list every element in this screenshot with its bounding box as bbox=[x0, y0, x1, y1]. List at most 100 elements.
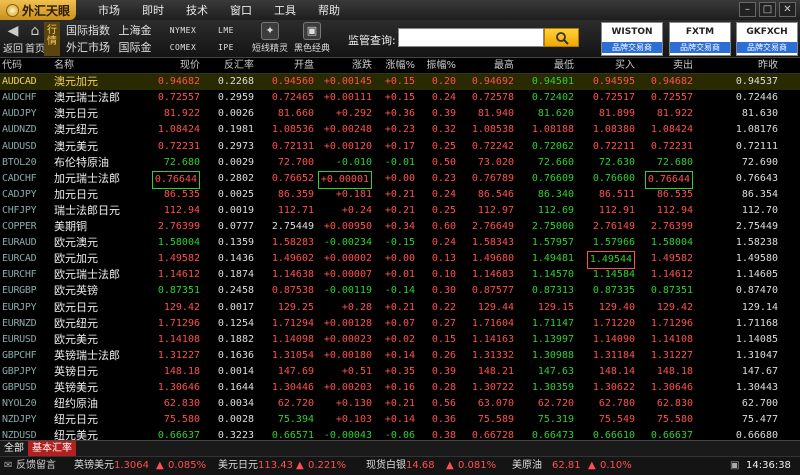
cell-change-pct: +0.34 bbox=[384, 221, 415, 232]
table-row[interactable]: GBPCHF 英镑瑞士法郎 1.31227 0.1636 1.31054 +0.00180… bbox=[0, 348, 800, 364]
menu-help[interactable]: 帮助 bbox=[318, 2, 340, 18]
col-amplitude[interactable]: 振幅% bbox=[426, 58, 456, 74]
table-row[interactable]: EURCHF 欧元瑞士法郎 1.14612 0.1874 1.14638 +0.00007… bbox=[0, 267, 800, 283]
cell-bid: 0.72211 bbox=[592, 140, 635, 152]
cell-ask: 1.49582 bbox=[650, 253, 693, 265]
app-title: 外汇天眼 bbox=[22, 3, 71, 18]
cell-change: +0.00023 bbox=[323, 333, 372, 345]
col-high[interactable]: 最高 bbox=[494, 58, 514, 74]
cell-inverse: 0.1636 bbox=[217, 349, 254, 361]
menu-market[interactable]: 市场 bbox=[98, 2, 120, 18]
quote-tab[interactable]: 行情 bbox=[44, 22, 60, 56]
cell-inverse: 0.1254 bbox=[217, 317, 254, 329]
table-row[interactable]: AUDNZD 澳元纽元 1.08424 0.1981 1.08536 +0.00248 +0… bbox=[0, 122, 800, 138]
cell-ask: 1.71296 bbox=[650, 317, 693, 329]
market-shanghai-gold[interactable]: 上海金 bbox=[114, 23, 156, 39]
table-row[interactable]: EURGBP 欧元英镑 0.87351 0.2458 0.87538 -0.00119 -0… bbox=[0, 283, 800, 299]
market-intl-index[interactable]: 国际指数 bbox=[64, 23, 112, 39]
cell-change: +0.00145 bbox=[323, 76, 372, 88]
cell-inverse: 0.2973 bbox=[217, 140, 254, 152]
table-row[interactable]: COPPER 美期铜 2.76399 0.0777 2.75449 +0.00950 +0.… bbox=[0, 219, 800, 235]
cell-amplitude: 0.39 bbox=[431, 365, 456, 377]
cell-name: 纽元日元 bbox=[54, 413, 98, 427]
table-row[interactable]: EURJPY 欧元日元 129.42 0.0017 129.25 +0.28 +0.21 0.… bbox=[0, 300, 800, 316]
maximize-icon[interactable]: □ bbox=[759, 2, 776, 17]
cell-price: 112.94 bbox=[163, 204, 200, 216]
cell-change-pct: +0.14 bbox=[384, 414, 415, 426]
table-row[interactable]: AUDUSD 澳元美元 0.72231 0.2973 0.72131 +0.00120 +0… bbox=[0, 139, 800, 155]
col-ask[interactable]: 卖出 bbox=[673, 58, 693, 74]
table-row[interactable]: CADCHF 加元瑞士法郎 0.76644 0.2802 0.76652 +0.00001… bbox=[0, 170, 800, 189]
menu-realtime[interactable]: 即时 bbox=[142, 2, 164, 18]
table-row[interactable]: AUDCAD 澳元加元 0.94682 0.2268 0.94560 +0.00145 +0… bbox=[0, 74, 800, 91]
col-open[interactable]: 开盘 bbox=[294, 58, 314, 74]
cell-price: 1.58004 bbox=[157, 237, 200, 249]
tab-all[interactable]: 全部 bbox=[0, 441, 28, 457]
col-name[interactable]: 名称 bbox=[54, 58, 74, 74]
home-button[interactable]: ⌂ 首页 bbox=[24, 22, 46, 56]
market-forex[interactable]: 外汇市场 bbox=[64, 40, 112, 56]
cell-inverse: 0.1981 bbox=[217, 124, 254, 136]
table-row[interactable]: AUDJPY 澳元日元 81.922 0.0026 81.660 +0.292 +0.36 0… bbox=[0, 106, 800, 122]
col-change[interactable]: 涨跌 bbox=[352, 58, 372, 74]
feedback-link[interactable]: 反馈留言 bbox=[16, 457, 56, 475]
cell-ask: 148.18 bbox=[656, 365, 693, 377]
menu-technical[interactable]: 技术 bbox=[186, 2, 208, 18]
cell-price: 1.71296 bbox=[157, 317, 200, 329]
short-genie-button[interactable]: ✦ 短线精灵 bbox=[250, 22, 290, 56]
minimize-icon[interactable]: – bbox=[739, 2, 756, 17]
market-comex[interactable]: COMEX bbox=[162, 40, 204, 56]
table-row[interactable]: NYOL20 纽约原油 62.830 0.0034 62.720 +0.130 +0.21 0… bbox=[0, 396, 800, 412]
market-ipe[interactable]: IPE bbox=[208, 40, 244, 56]
back-button[interactable]: ◀ 返回 bbox=[2, 22, 24, 56]
table-row[interactable]: EURNZD 欧元纽元 1.71296 0.1254 1.71294 +0.00128 +0… bbox=[0, 316, 800, 332]
close-icon[interactable]: ✕ bbox=[779, 2, 796, 17]
market-nymex[interactable]: NYMEX bbox=[162, 23, 204, 39]
table-row[interactable]: BTOL20 布伦特原油 72.680 0.0029 72.700 -0.010 -0.01… bbox=[0, 155, 800, 171]
brand-wiston[interactable]: WISTON 品牌交易商 bbox=[601, 22, 663, 56]
cell-amplitude: 0.25 bbox=[431, 204, 456, 216]
menu-window[interactable]: 窗口 bbox=[230, 2, 252, 18]
table-row[interactable]: EURCAD 欧元加元 1.49582 0.1436 1.49602 +0.00002 +0… bbox=[0, 251, 800, 270]
col-low[interactable]: 最低 bbox=[554, 58, 574, 74]
table-row[interactable]: GBPUSD 英镑美元 1.30646 0.1644 1.30446 +0.00203 +0… bbox=[0, 380, 800, 396]
black-classic-button[interactable]: ▣ 黑色经典 bbox=[292, 22, 332, 56]
brand-gkfxch[interactable]: GKFXCH 品牌交易商 bbox=[736, 22, 798, 56]
bottom-tabs: 全部 基本汇率 bbox=[0, 440, 800, 457]
cell-prev-close: 129.14 bbox=[741, 301, 778, 313]
cell-inverse: 0.1359 bbox=[217, 237, 254, 249]
table-row[interactable]: CHFJPY 瑞士法郎日元 112.94 0.0019 112.71 +0.24 +0.21… bbox=[0, 203, 800, 219]
cell-low: 75.319 bbox=[537, 414, 574, 426]
cell-name: 澳元瑞士法郎 bbox=[54, 91, 120, 105]
table-row[interactable]: AUDCHF 澳元瑞士法郎 0.72557 0.2959 0.72465 +0.00111… bbox=[0, 90, 800, 106]
search-input[interactable] bbox=[398, 28, 544, 47]
cell-change-pct: +0.17 bbox=[384, 140, 415, 152]
col-prev-close[interactable]: 昨收 bbox=[758, 58, 778, 74]
col-bid[interactable]: 买入 bbox=[615, 58, 635, 74]
cell-inverse: 0.0019 bbox=[217, 204, 254, 216]
cell-price: 81.922 bbox=[163, 108, 200, 120]
col-inverse[interactable]: 反汇率 bbox=[224, 58, 254, 74]
col-change-pct[interactable]: 涨幅% bbox=[385, 58, 415, 74]
market-intl-gold[interactable]: 国际金 bbox=[114, 40, 156, 56]
cell-code: CADCHF bbox=[2, 172, 37, 184]
table-row[interactable]: EURAUD 欧元澳元 1.58004 0.1359 1.58283 -0.00234 -0… bbox=[0, 235, 800, 251]
cell-prev-close: 1.14605 bbox=[735, 269, 778, 281]
col-price[interactable]: 现价 bbox=[180, 58, 200, 74]
brand-fxtm[interactable]: FXTM 品牌交易商 bbox=[669, 22, 731, 56]
tab-basic-rates[interactable]: 基本汇率 bbox=[28, 441, 76, 457]
cell-inverse: 0.0034 bbox=[217, 398, 254, 410]
up-arrow-icon: ▲ bbox=[156, 460, 164, 471]
table-row[interactable]: NZDJPY 纽元日元 75.580 0.0028 75.394 +0.103 +0.14 0… bbox=[0, 412, 800, 428]
search-button[interactable] bbox=[544, 28, 579, 47]
cell-high: 75.589 bbox=[477, 414, 514, 426]
table-row[interactable]: GBPJPY 英镑日元 148.18 0.0014 147.69 +0.51 +0.35 0.… bbox=[0, 364, 800, 380]
table-row[interactable]: EURUSD 欧元美元 1.14108 0.1882 1.14098 +0.00023 +0… bbox=[0, 332, 800, 348]
cell-high: 1.30722 bbox=[471, 382, 514, 393]
feedback-icon[interactable]: ✉ bbox=[4, 457, 12, 475]
table-row[interactable]: CADJPY 加元日元 86.535 0.0025 86.359 +0.181 +0.21 0… bbox=[0, 187, 800, 203]
col-code[interactable]: 代码 bbox=[2, 58, 22, 74]
cell-inverse: 0.0017 bbox=[217, 301, 254, 313]
market-lme[interactable]: LME bbox=[208, 23, 244, 39]
menu-tools[interactable]: 工具 bbox=[274, 2, 296, 18]
